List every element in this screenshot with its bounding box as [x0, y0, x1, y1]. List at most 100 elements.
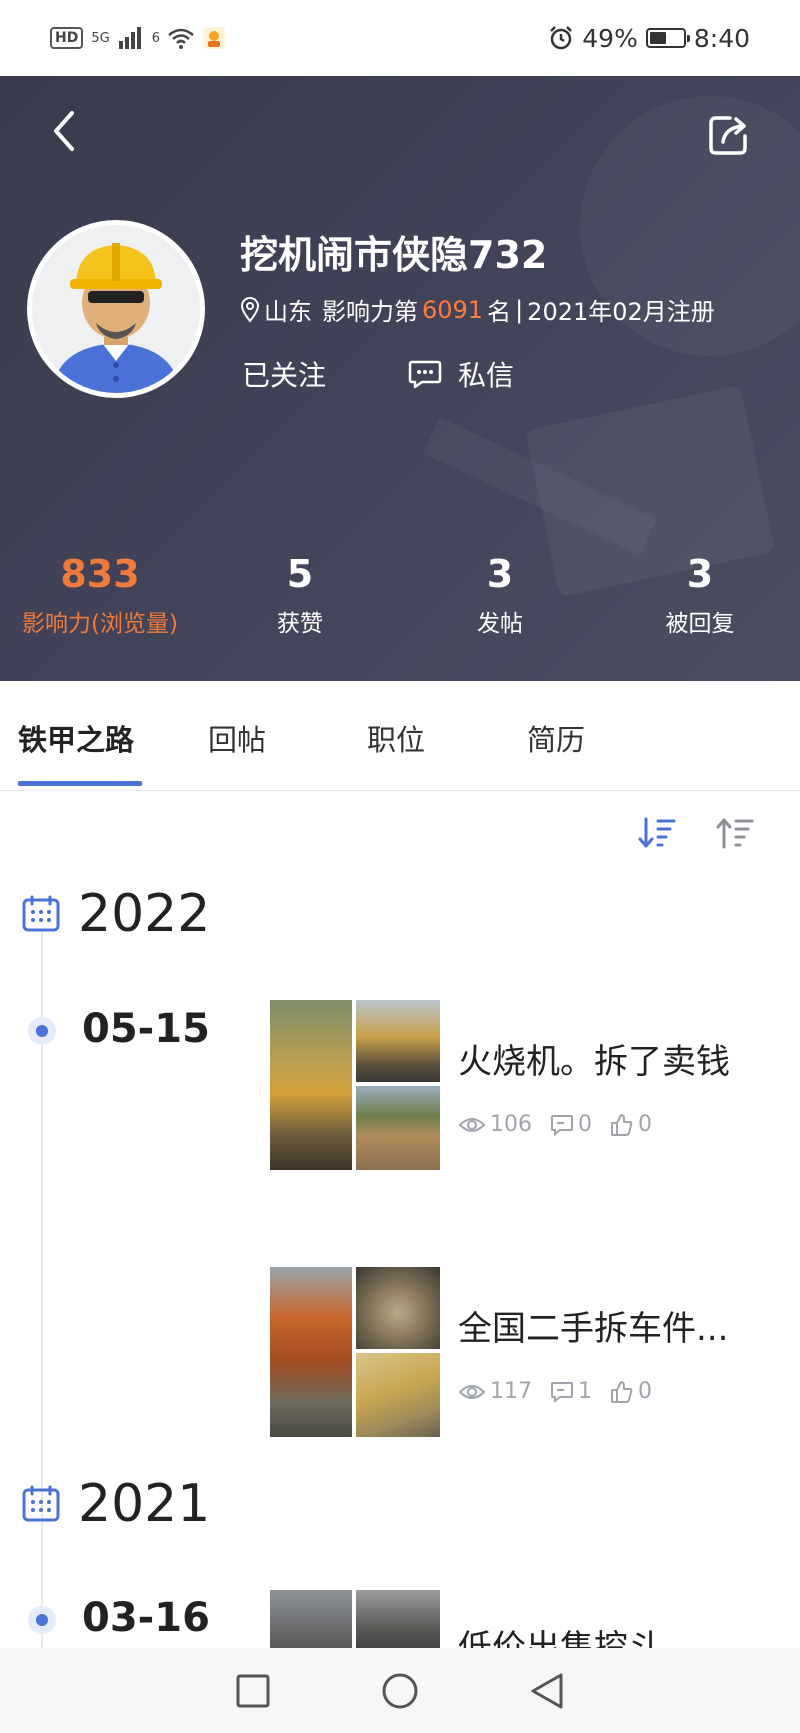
post-thumbnails [270, 1590, 440, 1648]
comments-value: 0 [578, 1112, 592, 1137]
active-tab-indicator [18, 781, 142, 786]
username: 挖机闹市侠隐732 [240, 233, 548, 277]
post-item[interactable]: 全国二手拆车件... 117 1 0 [270, 1267, 770, 1437]
date-label: 03-16 [82, 1595, 210, 1641]
sort-desc-icon [638, 817, 676, 848]
status-right: 49% 8:40 [548, 24, 750, 53]
calendar-icon [22, 895, 60, 932]
app-notification-icon [202, 27, 225, 49]
worker-avatar-icon [32, 225, 200, 393]
message-icon [408, 360, 442, 389]
clock: 8:40 [693, 23, 750, 53]
year-label: 2022 [78, 884, 211, 944]
stat-label: 影响力(浏览量) [22, 611, 178, 637]
likes-value: 0 [638, 1379, 652, 1404]
stat-likes[interactable]: 5 获赞 [200, 552, 400, 638]
stat-value: 3 [686, 552, 714, 596]
profile-meta: 山东 影响力第 6091 名 | 2021年02月注册 [240, 292, 715, 327]
views-value: 106 [490, 1112, 532, 1137]
sort-asc-icon [716, 818, 754, 849]
post-image [356, 1353, 440, 1437]
alarm-icon [550, 26, 573, 50]
status-left: HD 5G 6 [50, 26, 226, 50]
stat-label: 发帖 [477, 611, 523, 637]
post-item[interactable]: 低价出售挖斗 [270, 1590, 770, 1648]
follow-button[interactable]: 已关注 [242, 354, 326, 394]
wifi-icon [168, 28, 194, 49]
tab-resume[interactable]: 简历 [527, 717, 585, 759]
post-item[interactable]: 火烧机。拆了卖钱 106 0 0 [270, 1000, 770, 1170]
network-label: 5G [91, 30, 110, 46]
nav-triangle-icon[interactable] [529, 1672, 565, 1710]
tab-replies[interactable]: 回帖 [208, 717, 266, 759]
tab-bar: 铁甲之路 回帖 职位 简历 [0, 681, 800, 791]
post-image [356, 1590, 440, 1648]
comments-count: 1 [550, 1379, 592, 1404]
message-label: 私信 [458, 359, 515, 392]
register-date: 2021年02月注册 [527, 298, 715, 326]
stat-influence[interactable]: 833 影响力(浏览量) [0, 552, 200, 638]
timeline-dot [28, 1606, 56, 1634]
post-image [356, 1267, 440, 1349]
post-thumbnails [270, 1267, 440, 1437]
timeline-dot [28, 1017, 56, 1045]
hd-badge: HD [50, 27, 84, 49]
stats-row: 833 影响力(浏览量) 5 获赞 3 发帖 3 被回复 [0, 552, 800, 638]
post-image [270, 1000, 352, 1170]
views-count: 106 [458, 1112, 532, 1137]
year-header: 2021 [22, 1474, 210, 1534]
back-button[interactable] [40, 106, 90, 156]
location-pin-icon [240, 296, 260, 323]
post-image [356, 1000, 440, 1082]
avatar[interactable] [27, 220, 205, 398]
post-image [270, 1267, 352, 1437]
comments-value: 1 [578, 1379, 592, 1404]
thumbs-up-icon [611, 1113, 633, 1136]
tab-iron-road[interactable]: 铁甲之路 [18, 717, 134, 759]
back-arrow-icon [54, 111, 74, 151]
nav-circle-icon[interactable] [381, 1672, 419, 1710]
sort-desc-button[interactable] [638, 813, 678, 853]
post-title: 火烧机。拆了卖钱 [458, 1042, 730, 1082]
comments-count: 0 [550, 1112, 592, 1137]
wifi-label: 6 [151, 30, 160, 46]
location-text: 山东 [264, 298, 312, 326]
year-header: 2022 [22, 884, 210, 944]
calendar-icon [22, 1485, 60, 1522]
stat-value: 3 [486, 552, 514, 596]
stat-posts[interactable]: 3 发帖 [400, 552, 600, 638]
influence-prefix: 影响力第 [322, 298, 418, 326]
likes-count: 0 [610, 1112, 652, 1137]
post-title: 低价出售挖斗 [458, 1628, 662, 1648]
influence-rank: 6091 [422, 295, 484, 324]
post-stats: 117 1 0 [458, 1379, 652, 1404]
tab-jobs[interactable]: 职位 [367, 717, 425, 759]
stat-value: 5 [286, 552, 314, 596]
post-image [270, 1590, 352, 1648]
likes-value: 0 [638, 1112, 652, 1137]
profile-header: 挖机闹市侠隐732 山东 影响力第 6091 名 | 2021年02月注册 已关注 … [0, 76, 800, 681]
post-thumbnails [270, 1000, 440, 1170]
battery-icon [645, 28, 690, 48]
nav-square-icon[interactable] [235, 1673, 271, 1709]
stat-label: 被回复 [665, 611, 735, 637]
sort-asc-button[interactable] [716, 813, 756, 853]
message-button[interactable]: 私信 [408, 354, 514, 394]
share-icon [709, 116, 747, 155]
post-stats: 106 0 0 [458, 1112, 652, 1137]
views-count: 117 [458, 1379, 532, 1404]
comment-icon [551, 1381, 573, 1403]
influence-suffix: 名 [487, 298, 512, 326]
stat-label: 获赞 [277, 611, 323, 637]
date-label: 05-15 [82, 1006, 210, 1052]
eye-icon [458, 1117, 486, 1132]
status-bar: HD 5G 6 49% 8:40 [0, 0, 800, 76]
stat-replies[interactable]: 3 被回复 [600, 552, 800, 638]
views-value: 117 [490, 1379, 532, 1404]
likes-count: 0 [610, 1379, 652, 1404]
share-button[interactable] [706, 112, 752, 158]
meta-separator: | [515, 295, 524, 324]
thumbs-up-icon [611, 1380, 633, 1403]
eye-icon [458, 1384, 486, 1399]
signal-icon [118, 27, 141, 49]
